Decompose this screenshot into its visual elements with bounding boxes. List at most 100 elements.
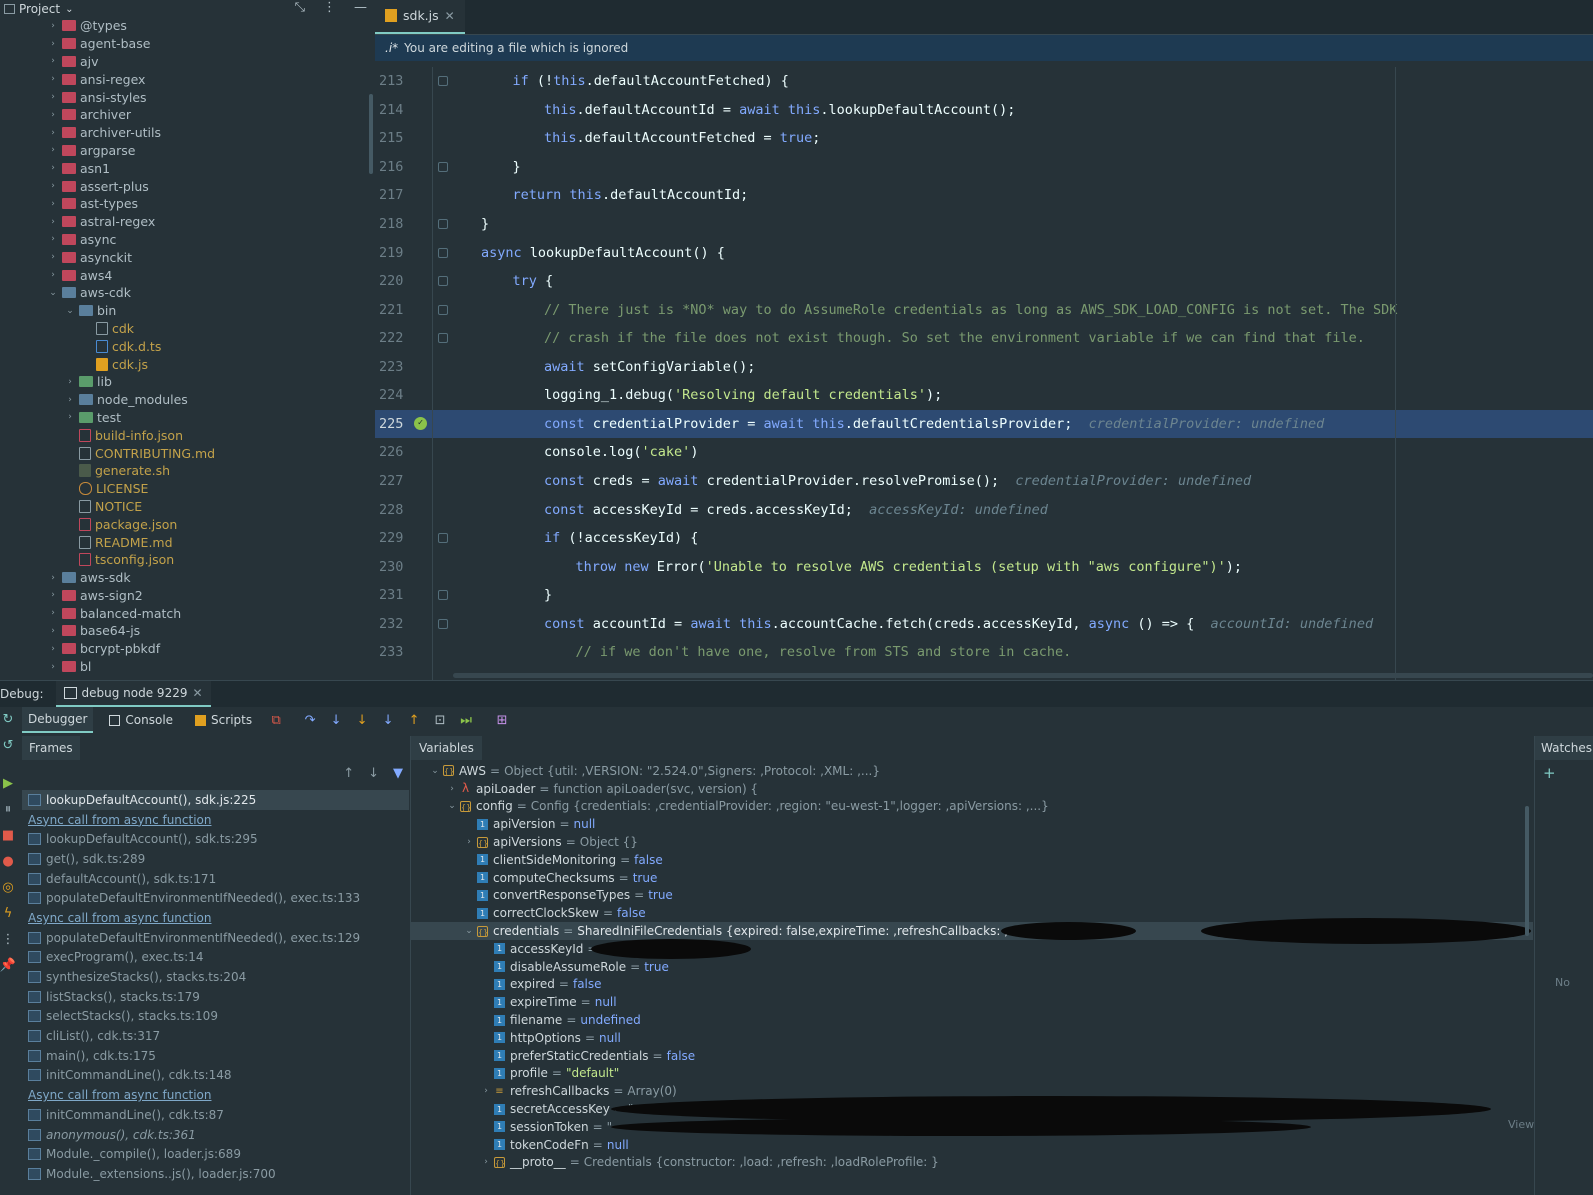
- chevron-right-icon[interactable]: ›: [64, 377, 76, 387]
- line-number[interactable]: 228: [375, 502, 415, 518]
- tree-item[interactable]: › balanced-match: [0, 604, 375, 622]
- variable-row[interactable]: 1 expired = false: [411, 976, 1533, 994]
- debug-session-tab[interactable]: debug node 9229 ✕: [55, 681, 211, 707]
- pin-icon[interactable]: 📌: [0, 958, 16, 973]
- variable-row[interactable]: ›{} __proto__ = Credentials {constructor: ,…: [411, 1154, 1533, 1172]
- variable-row[interactable]: 1 clientSideMonitoring = false: [411, 851, 1533, 869]
- chevron-right-icon[interactable]: ›: [47, 145, 59, 155]
- chevron-right-icon[interactable]: ›: [47, 270, 59, 280]
- code-text[interactable]: throw new Error('Unable to resolve AWS c…: [451, 559, 1243, 575]
- line-number[interactable]: 230: [375, 559, 415, 575]
- pause-icon[interactable]: ⏸: [5, 802, 12, 817]
- line-number[interactable]: 229: [375, 530, 415, 546]
- variable-row[interactable]: 1 expireTime = null: [411, 993, 1533, 1011]
- variable-row[interactable]: ⌄{} AWS = Object {util: ,VERSION: "2.524.0"…: [411, 762, 1533, 780]
- line-number[interactable]: 232: [375, 616, 415, 632]
- chevron-right-icon[interactable]: ›: [47, 626, 59, 636]
- code-text[interactable]: this.defaultAccountFetched = true;: [451, 130, 820, 146]
- tab-scripts[interactable]: Scripts: [189, 707, 258, 733]
- tab-console[interactable]: Console: [103, 707, 179, 733]
- stack-frame[interactable]: lookupDefaultAccount(), sdk.js:225: [22, 790, 409, 810]
- tree-item[interactable]: › aws-sdk: [0, 569, 375, 587]
- code-area[interactable]: 213 if (!this.defaultAccountFetched) {214…: [375, 67, 1593, 680]
- more-options-icon[interactable]: ⋮: [323, 0, 336, 15]
- code-line[interactable]: 216}: [375, 153, 1593, 182]
- fold-marker-icon[interactable]: [438, 276, 448, 287]
- editor-tab-sdk-js[interactable]: sdk.js ✕: [375, 0, 465, 34]
- project-view-selector[interactable]: Project: [19, 2, 60, 16]
- code-text[interactable]: }: [451, 159, 521, 175]
- code-line[interactable]: 218}: [375, 210, 1593, 239]
- line-number[interactable]: 216: [375, 159, 415, 175]
- line-number[interactable]: 225: [375, 416, 415, 432]
- chevron-right-icon[interactable]: ›: [480, 1157, 492, 1167]
- tree-item[interactable]: › archiver: [0, 106, 375, 124]
- fold-marker-icon[interactable]: [438, 247, 448, 258]
- code-text[interactable]: }: [451, 587, 552, 603]
- line-number[interactable]: 233: [375, 644, 415, 660]
- chevron-right-icon[interactable]: ›: [47, 39, 59, 49]
- code-line[interactable]: 215 this.defaultAccountFetched = true;: [375, 124, 1593, 153]
- async-call-separator[interactable]: Async call from async function: [22, 1085, 409, 1105]
- variable-row[interactable]: 1 preferStaticCredentials = false: [411, 1047, 1533, 1065]
- lightning-icon[interactable]: ϟ: [4, 906, 13, 921]
- tree-item[interactable]: › async: [0, 231, 375, 249]
- tree-item[interactable]: › lib: [0, 373, 375, 391]
- line-number[interactable]: 214: [375, 102, 415, 118]
- tree-item[interactable]: › asynckit: [0, 248, 375, 266]
- tree-item[interactable]: tsconfig.json: [0, 551, 375, 569]
- stack-frame[interactable]: get(), sdk.ts:289: [22, 849, 409, 869]
- tree-item[interactable]: generate.sh: [0, 462, 375, 480]
- code-text[interactable]: return this.defaultAccountId;: [451, 187, 749, 203]
- variable-row[interactable]: › λ apiLoader = function apiLoader(svc, vers…: [411, 780, 1533, 798]
- chevron-right-icon[interactable]: ›: [64, 412, 76, 422]
- code-text[interactable]: const accessKeyId = creds.accessKeyId; a…: [451, 502, 1048, 518]
- fold-marker-icon[interactable]: [438, 76, 448, 87]
- collapse-all-icon[interactable]: ⤡: [295, 0, 305, 15]
- tree-item[interactable]: › aws4: [0, 266, 375, 284]
- chevron-right-icon[interactable]: ›: [47, 181, 59, 191]
- tab-debugger[interactable]: Debugger: [22, 707, 94, 733]
- evaluate-expression-icon[interactable]: ⊞: [494, 713, 510, 728]
- code-line-current[interactable]: 225 ✓ const credentialProvider = await thi…: [375, 409, 1593, 439]
- step-over-icon[interactable]: ↷: [302, 713, 318, 728]
- add-watch-icon[interactable]: +: [1543, 764, 1556, 782]
- chevron-right-icon[interactable]: ›: [47, 608, 59, 618]
- view-breakpoints-icon[interactable]: ●: [2, 854, 13, 869]
- chevron-down-icon[interactable]: ⌄: [65, 4, 73, 15]
- project-scrollbar[interactable]: [369, 94, 373, 174]
- code-line[interactable]: 219 async lookupDefaultAccount() {: [375, 238, 1593, 267]
- tree-item[interactable]: › ast-types: [0, 195, 375, 213]
- chevron-right-icon[interactable]: ›: [47, 662, 59, 672]
- line-number[interactable]: 231: [375, 587, 415, 603]
- line-number[interactable]: 219: [375, 245, 415, 261]
- variable-row[interactable]: 1 convertResponseTypes = true: [411, 887, 1533, 905]
- code-text[interactable]: }: [451, 216, 489, 232]
- line-number[interactable]: 223: [375, 359, 415, 375]
- line-number[interactable]: 220: [375, 273, 415, 289]
- chevron-down-icon[interactable]: ⌄: [47, 288, 59, 298]
- tree-item[interactable]: › bl: [0, 658, 375, 676]
- close-icon[interactable]: ✕: [445, 9, 455, 23]
- code-text[interactable]: const accountId = await this.accountCach…: [451, 616, 1373, 632]
- tree-item[interactable]: › argparse: [0, 142, 375, 160]
- resume-icon[interactable]: ▶: [3, 776, 13, 791]
- fold-marker-icon[interactable]: [438, 533, 448, 544]
- fold-marker-icon[interactable]: [438, 333, 448, 344]
- code-text[interactable]: // There just is *NO* way to do AssumeRo…: [451, 302, 1397, 318]
- code-line[interactable]: 227 const creds = await credentialProvide…: [375, 467, 1593, 496]
- code-line[interactable]: 233 // if we don't have one, resolve from…: [375, 638, 1593, 667]
- stack-frame[interactable]: listStacks(), stacks.ts:179: [22, 987, 409, 1007]
- stack-frame[interactable]: synthesizeStacks(), stacks.ts:204: [22, 967, 409, 987]
- close-icon[interactable]: ✕: [192, 686, 202, 700]
- tree-item[interactable]: LICENSE: [0, 480, 375, 498]
- tree-item[interactable]: › ajv: [0, 53, 375, 71]
- code-line[interactable]: 217 return this.defaultAccountId;: [375, 181, 1593, 210]
- tree-item[interactable]: NOTICE: [0, 498, 375, 516]
- code-line[interactable]: 228 const accessKeyId = creds.accessKeyId…: [375, 495, 1593, 524]
- code-text[interactable]: async lookupDefaultAccount() {: [451, 245, 725, 261]
- code-text[interactable]: const creds = await credentialProvider.r…: [451, 473, 1251, 489]
- tree-item[interactable]: cdk: [0, 320, 375, 338]
- variable-row[interactable]: ⌄{} config = Config {credentials: ,credenti…: [411, 798, 1533, 816]
- chevron-right-icon[interactable]: ›: [47, 56, 59, 66]
